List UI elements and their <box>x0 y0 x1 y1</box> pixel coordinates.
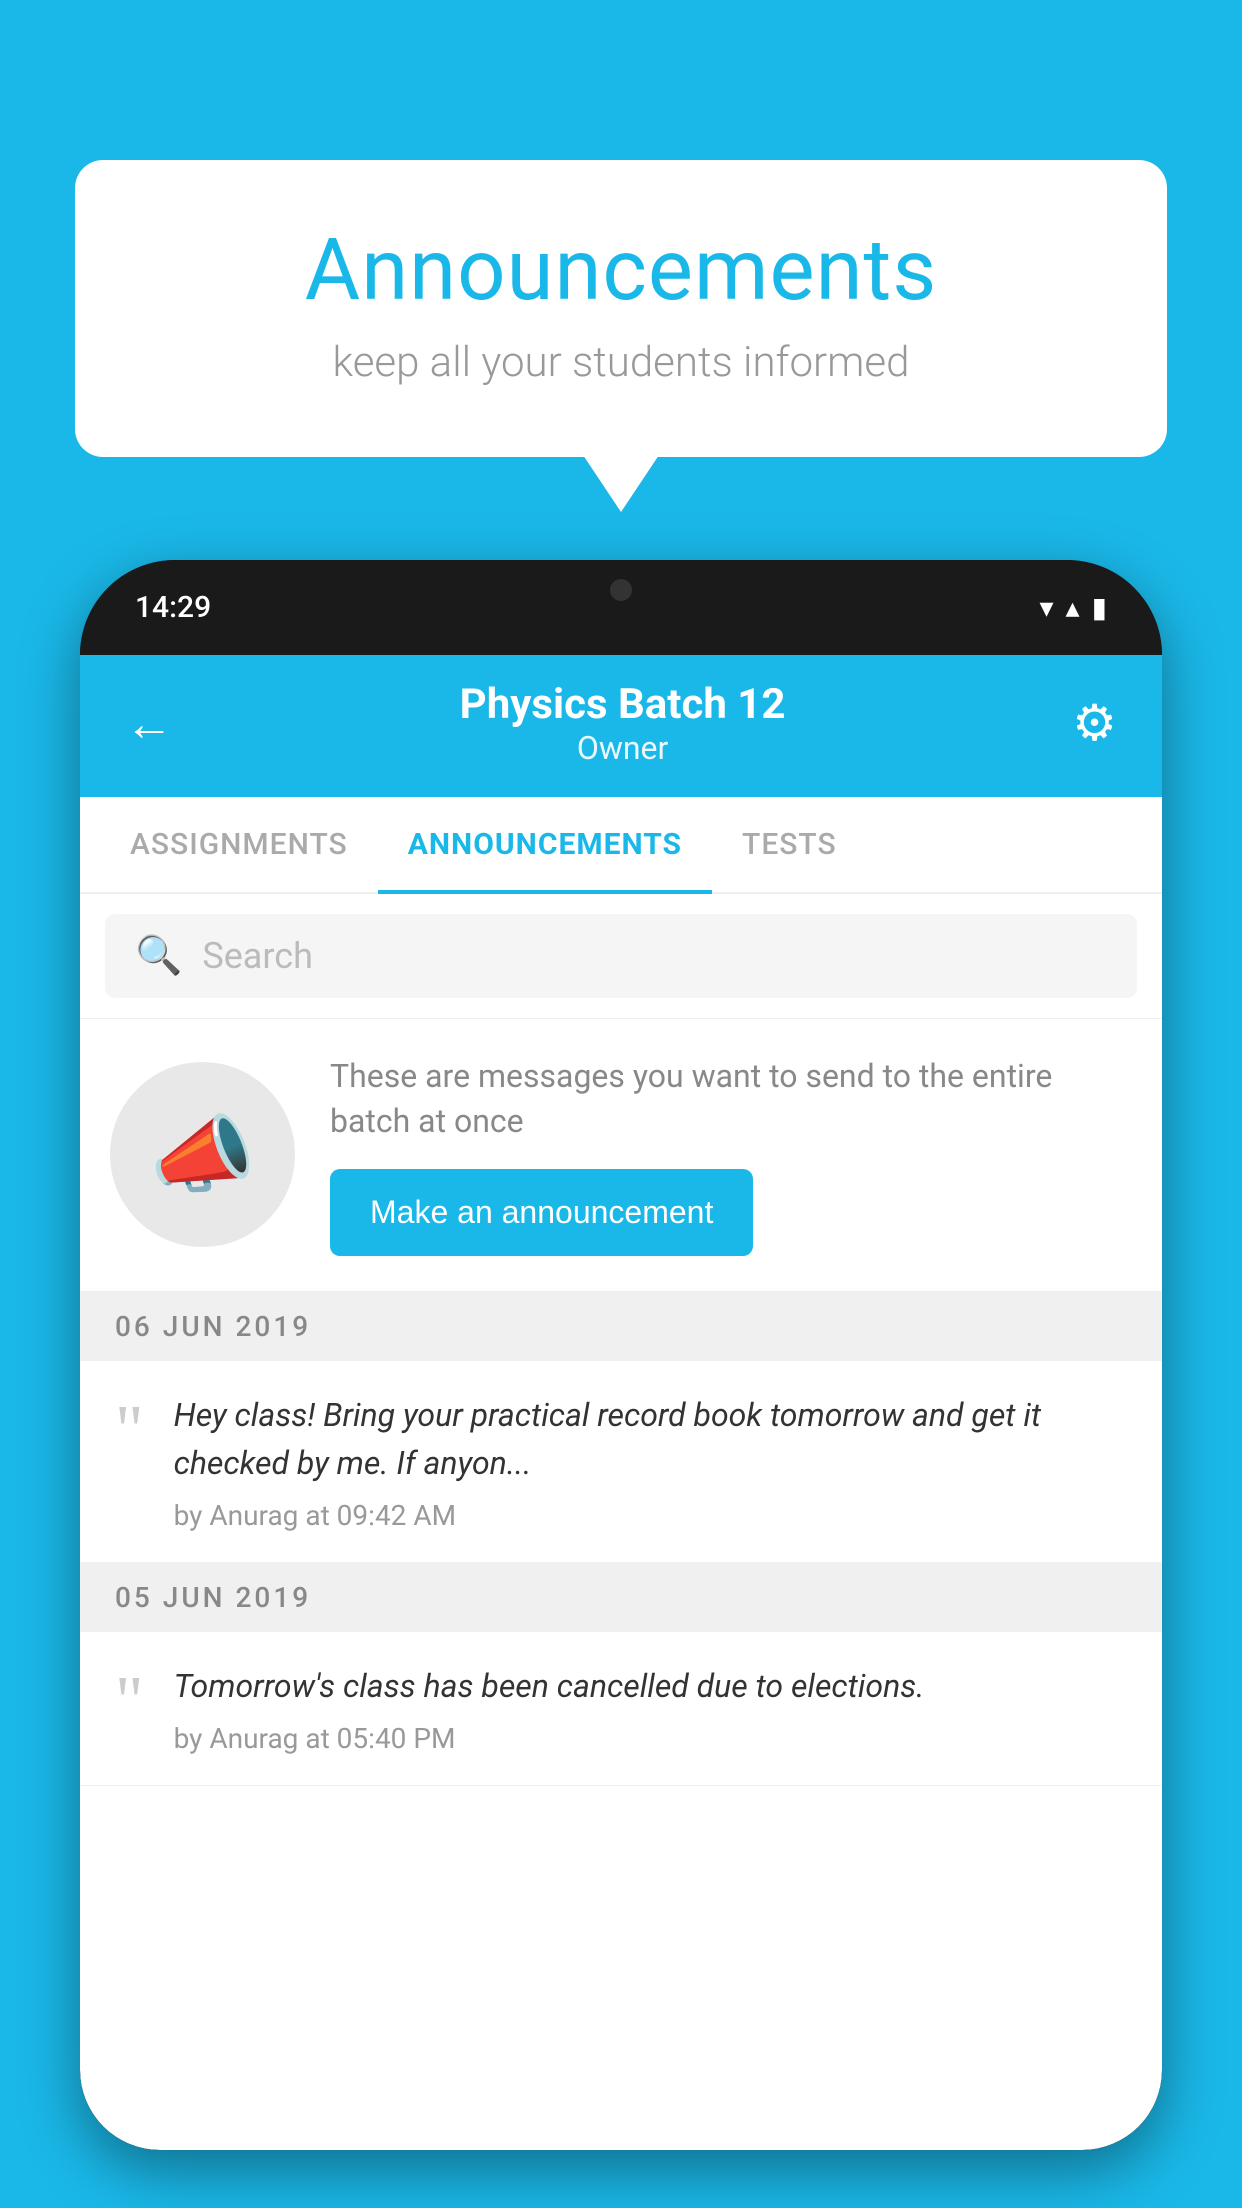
phone-frame: 14:29 ▾ ▴ ▮ ← Physics Batch 12 Owner ⚙ <box>80 560 1162 2150</box>
search-box[interactable]: 🔍 Search <box>105 914 1137 998</box>
battery-icon: ▮ <box>1092 591 1107 624</box>
announcement-content-2: Tomorrow's class has been cancelled due … <box>174 1662 1127 1755</box>
quote-icon-2: " <box>115 1667 144 1737</box>
date-divider-2: 05 JUN 2019 <box>80 1563 1162 1632</box>
make-announcement-button[interactable]: Make an announcement <box>330 1169 753 1256</box>
tab-assignments[interactable]: ASSIGNMENTS <box>100 797 378 892</box>
announcement-text-1: Hey class! Bring your practical record b… <box>174 1391 1127 1487</box>
phone-notch <box>541 560 701 620</box>
header-title-group: Physics Batch 12 Owner <box>460 680 786 767</box>
phone-content: ← Physics Batch 12 Owner ⚙ ASSIGNMENTS A… <box>80 655 1162 2150</box>
announcement-description: These are messages you want to send to t… <box>330 1054 1132 1144</box>
search-icon: 🔍 <box>135 934 182 978</box>
megaphone-circle: 📣 <box>110 1062 295 1247</box>
date-divider-1: 06 JUN 2019 <box>80 1292 1162 1361</box>
megaphone-icon: 📣 <box>150 1105 256 1205</box>
bubble-subtitle: keep all your students informed <box>145 338 1097 387</box>
status-icons: ▾ ▴ ▮ <box>1039 591 1107 624</box>
app-header: ← Physics Batch 12 Owner ⚙ <box>80 655 1162 797</box>
search-container: 🔍 Search <box>80 894 1162 1019</box>
speech-bubble-area: Announcements keep all your students inf… <box>75 160 1167 457</box>
back-button[interactable]: ← <box>125 700 173 748</box>
search-input[interactable]: Search <box>202 935 313 977</box>
tab-tests[interactable]: TESTS <box>712 797 867 892</box>
announcement-item-2[interactable]: " Tomorrow's class has been cancelled du… <box>80 1632 1162 1786</box>
bubble-title: Announcements <box>145 220 1097 320</box>
quote-icon-1: " <box>115 1396 144 1466</box>
announcement-text-2: Tomorrow's class has been cancelled due … <box>174 1662 1127 1710</box>
phone-container: 14:29 ▾ ▴ ▮ ← Physics Batch 12 Owner ⚙ <box>80 560 1162 2208</box>
announcement-meta-2: by Anurag at 05:40 PM <box>174 1722 1127 1755</box>
batch-name: Physics Batch 12 <box>460 680 786 729</box>
announcement-item-1[interactable]: " Hey class! Bring your practical record… <box>80 1361 1162 1563</box>
announcement-meta-1: by Anurag at 09:42 AM <box>174 1499 1127 1532</box>
announcement-right: These are messages you want to send to t… <box>330 1054 1132 1256</box>
announcement-content-1: Hey class! Bring your practical record b… <box>174 1391 1127 1532</box>
tabs-bar: ASSIGNMENTS ANNOUNCEMENTS TESTS <box>80 797 1162 894</box>
speech-bubble: Announcements keep all your students inf… <box>75 160 1167 457</box>
status-time: 14:29 <box>135 590 211 625</box>
status-bar: 14:29 ▾ ▴ ▮ <box>80 560 1162 655</box>
tab-announcements[interactable]: ANNOUNCEMENTS <box>378 797 712 892</box>
settings-icon[interactable]: ⚙ <box>1072 694 1117 753</box>
signal-icon: ▴ <box>1066 591 1080 624</box>
user-role: Owner <box>460 729 786 767</box>
camera-dot <box>610 579 632 601</box>
wifi-icon: ▾ <box>1039 591 1053 624</box>
announcement-prompt: 📣 These are messages you want to send to… <box>80 1019 1162 1292</box>
